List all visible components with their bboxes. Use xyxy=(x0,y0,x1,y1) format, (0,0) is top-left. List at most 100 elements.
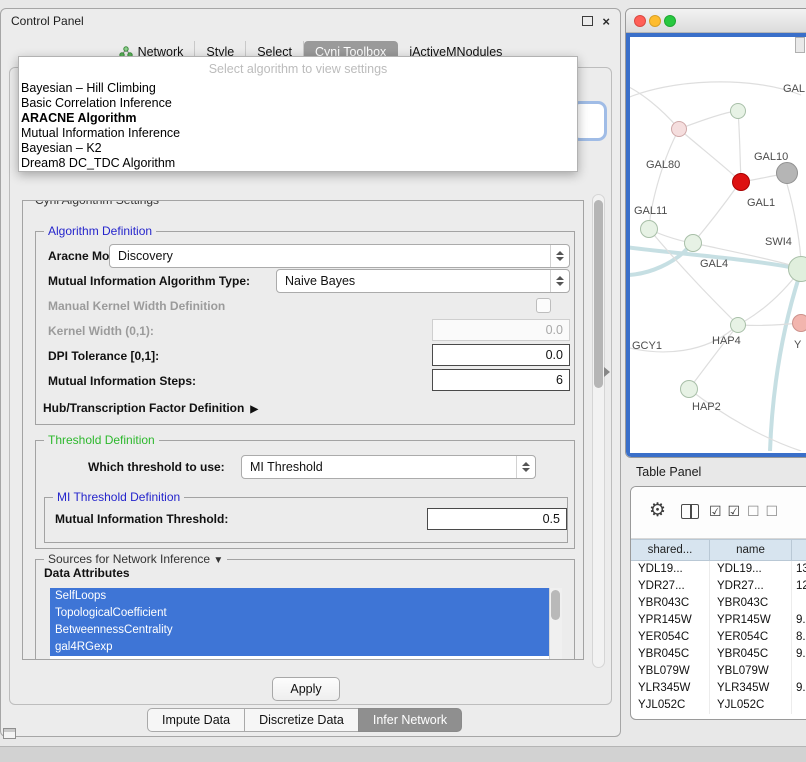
network-node[interactable] xyxy=(792,314,806,332)
table-row[interactable]: YLR345W YLR345W 9. xyxy=(631,680,806,697)
table-row[interactable]: YDL19... YDL19... 13 xyxy=(631,561,806,578)
algorithm-option[interactable]: Mutual Information Inference xyxy=(19,126,577,141)
network-canvas[interactable]: GAL80GAL10GAL1GAL11GAL4SWI4GCY1HAP4HAP2G… xyxy=(626,33,806,457)
network-node[interactable] xyxy=(640,220,658,238)
column-header-partial[interactable] xyxy=(792,540,806,560)
algorithm-option[interactable]: Bayesian – K2 xyxy=(19,141,577,156)
settings-scrollbar-thumb[interactable] xyxy=(594,200,603,388)
attribute-list-item[interactable]: TopologicalCoefficient xyxy=(50,605,549,622)
kernel-width-label: Kernel Width (0,1): xyxy=(48,324,154,338)
chevron-right-icon: ▶ xyxy=(250,404,258,415)
aracne-mode-select[interactable]: Discovery xyxy=(109,244,570,268)
attribute-list-item[interactable]: SelfLoops xyxy=(50,588,549,605)
table-row[interactable]: YJL052C YJL052C xyxy=(631,697,806,714)
table-header: shared... name xyxy=(631,539,806,561)
group-title: Algorithm Definition xyxy=(44,224,156,238)
control-panel-titlebar: Control Panel × xyxy=(1,9,620,33)
deselect-all-checkboxes-icon[interactable]: ☐ ☐ xyxy=(747,503,779,520)
mi-type-label: Mutual Information Algorithm Type: xyxy=(48,274,250,288)
combo-arrows-icon xyxy=(550,270,569,292)
settings-scrollbar[interactable] xyxy=(592,194,605,668)
columns-icon[interactable] xyxy=(681,504,699,519)
attribute-list-item[interactable]: BetweennessCentrality xyxy=(50,622,549,639)
algorithm-combo-fragment[interactable] xyxy=(574,104,604,138)
close-traffic-light-icon[interactable] xyxy=(634,15,646,27)
algorithm-placeholder: Select algorithm to view settings xyxy=(19,57,577,81)
algorithm-option[interactable]: Basic Correlation Inference xyxy=(19,96,577,111)
group-title: Threshold Definition xyxy=(44,433,159,447)
attribute-list-item[interactable]: gal4RGexp xyxy=(50,639,549,656)
network-node-label: GAL1 xyxy=(747,197,775,209)
hub-transcription-factor-expander[interactable]: Hub/Transcription Factor Definition ▶ xyxy=(43,401,258,415)
network-node-label: GAL80 xyxy=(646,159,680,171)
apply-button[interactable]: Apply xyxy=(272,677,340,701)
network-node-label: GAL10 xyxy=(754,151,788,163)
field-value: 0.5 xyxy=(543,512,560,526)
table-row[interactable]: YBL079W YBL079W xyxy=(631,663,806,680)
data-attributes-list: SelfLoops TopologicalCoefficient Between… xyxy=(50,588,562,660)
manual-kernel-width-label: Manual Kernel Width Definition xyxy=(48,299,225,313)
close-icon[interactable]: × xyxy=(602,15,610,28)
network-node-label: SWI4 xyxy=(765,236,792,248)
column-header-shared-name[interactable]: shared... xyxy=(631,540,710,560)
network-node[interactable] xyxy=(671,121,687,137)
chevron-down-icon: ▼ xyxy=(213,555,223,566)
algorithm-definition-group: Algorithm Definition Aracne Mode: Discov… xyxy=(35,231,575,425)
network-node[interactable] xyxy=(684,234,702,252)
mi-algorithm-type-select[interactable]: Naive Bayes xyxy=(276,269,570,293)
group-title: Cyni Algorithm Settings xyxy=(31,200,163,207)
group-title: MI Threshold Definition xyxy=(53,490,184,504)
table-row[interactable]: YBR045C YBR045C 9. xyxy=(631,646,806,663)
table-body: YDL19... YDL19... 13 YDR27... YDR27... 1… xyxy=(631,561,806,714)
window-title: Control Panel xyxy=(11,14,84,28)
attribute-list-scrollbar-thumb[interactable] xyxy=(551,590,560,620)
manual-kernel-width-checkbox[interactable] xyxy=(536,298,551,313)
minimize-traffic-light-icon[interactable] xyxy=(649,15,661,27)
network-window-titlebar xyxy=(626,9,806,33)
table-row[interactable]: YBR043C YBR043C xyxy=(631,595,806,612)
mi-threshold-definition-group: MI Threshold Definition Mutual Informati… xyxy=(44,497,568,543)
cyni-algorithm-settings-group: Cyni Algorithm Settings Algorithm Defini… xyxy=(22,200,584,660)
network-node[interactable] xyxy=(730,317,746,333)
algorithm-option[interactable]: Bayesian – Hill Climbing xyxy=(19,81,577,96)
tab-discretize-data[interactable]: Discretize Data xyxy=(244,708,359,732)
network-node[interactable] xyxy=(776,162,798,184)
algorithm-option-selected[interactable]: ARACNE Algorithm xyxy=(19,111,577,126)
zoom-traffic-light-icon[interactable] xyxy=(664,15,676,27)
tab-impute-data[interactable]: Impute Data xyxy=(147,708,245,732)
network-node[interactable] xyxy=(730,103,746,119)
tab-infer-network[interactable]: Infer Network xyxy=(358,708,462,732)
panel-dock-icon[interactable] xyxy=(3,728,16,739)
cyni-mode-tabs: Impute Data Discretize Data Infer Networ… xyxy=(147,708,462,730)
network-node[interactable] xyxy=(732,173,750,191)
table-row[interactable]: YER054C YER054C 8. xyxy=(631,629,806,646)
network-view-window: GAL80GAL10GAL1GAL11GAL4SWI4GCY1HAP4HAP2G… xyxy=(625,8,806,458)
mi-steps-input[interactable]: 6 xyxy=(432,369,570,391)
which-threshold-select[interactable]: MI Threshold xyxy=(241,455,536,479)
attribute-list-scrollbar[interactable] xyxy=(549,588,562,660)
expander-label: Hub/Transcription Factor Definition xyxy=(43,401,244,415)
table-row[interactable]: YDR27... YDR27... 12 xyxy=(631,578,806,595)
float-window-icon[interactable] xyxy=(582,16,593,26)
table-row[interactable]: YPR145W YPR145W 9. xyxy=(631,612,806,629)
sources-expander[interactable]: Sources for Network Inference ▼ xyxy=(44,552,227,566)
dpi-tolerance-input[interactable]: 0.0 xyxy=(432,344,570,366)
network-node[interactable] xyxy=(680,380,698,398)
network-node-label: Y xyxy=(794,339,801,351)
kernel-width-input[interactable]: 0.0 xyxy=(432,319,570,341)
select-all-checkboxes-icon[interactable]: ☑ ☑ xyxy=(709,503,741,520)
network-scrollbar-fragment[interactable] xyxy=(795,37,805,53)
combo-arrows-icon xyxy=(516,456,535,478)
threshold-definition-group: Threshold Definition Which threshold to … xyxy=(35,440,575,549)
mi-threshold-input[interactable]: 0.5 xyxy=(427,508,567,530)
network-node-label: GAL xyxy=(783,83,805,95)
column-header-name[interactable]: name xyxy=(710,540,792,560)
algorithm-option[interactable]: Dream8 DC_TDC Algorithm xyxy=(19,156,577,171)
selected-value: Discovery xyxy=(118,249,173,263)
table-toolbar: ⚙ ☑ ☑ ☐ ☐ xyxy=(631,487,806,539)
table-panel-title: Table Panel xyxy=(636,465,701,479)
gear-icon[interactable]: ⚙ xyxy=(649,501,666,520)
splitter-collapse-icon[interactable] xyxy=(604,367,610,377)
table-panel-window: ⚙ ☑ ☑ ☐ ☐ shared... name YDL19... YDL19.… xyxy=(630,486,806,720)
network-node-label: HAP4 xyxy=(712,335,741,347)
